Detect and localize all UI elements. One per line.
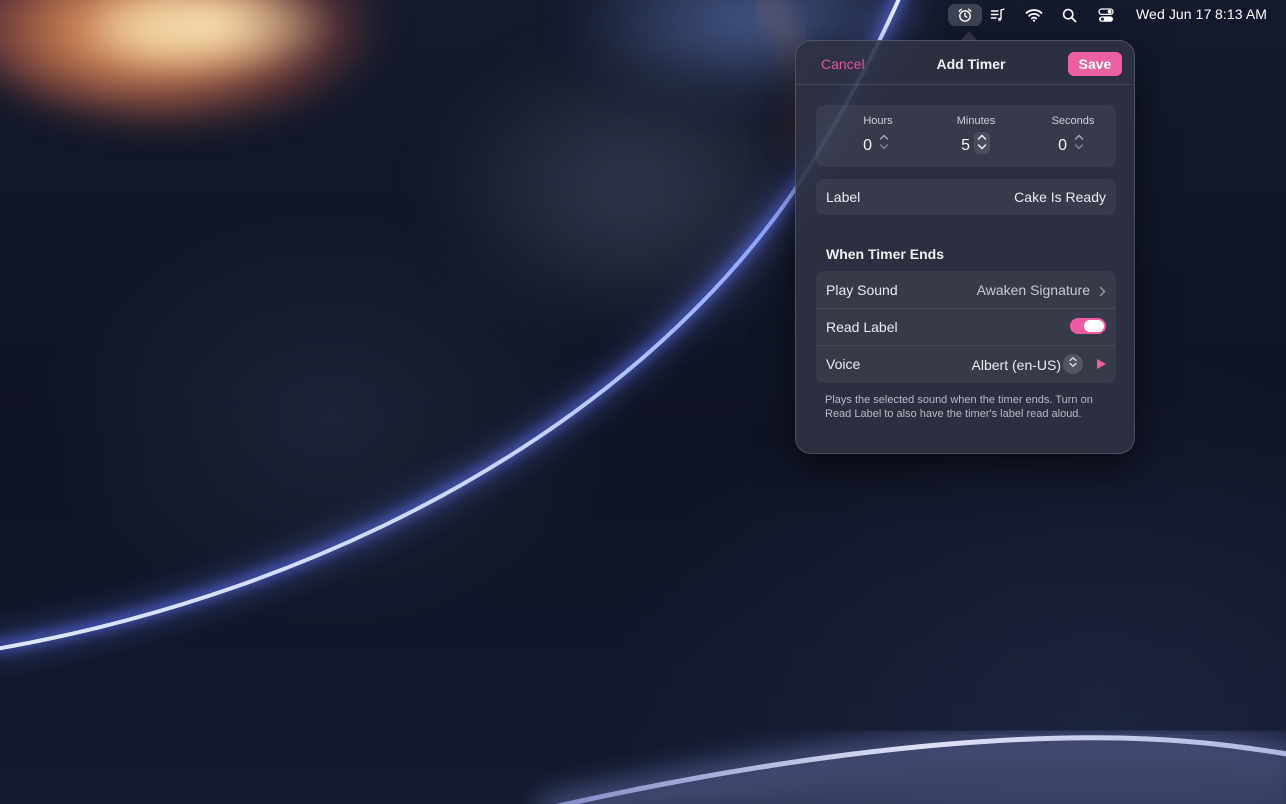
- hours-column: Hours 0: [838, 105, 918, 167]
- hours-label: Hours: [863, 115, 893, 127]
- minutes-value[interactable]: 5: [961, 137, 970, 155]
- read-label-toggle[interactable]: [1070, 318, 1106, 334]
- read-label-row: Read Label: [816, 308, 1116, 345]
- hours-stepper[interactable]: [876, 132, 892, 154]
- hours-value[interactable]: 0: [863, 137, 872, 155]
- chevron-right-icon[interactable]: [1099, 284, 1106, 302]
- toggle-knob: [1084, 320, 1104, 332]
- label-row[interactable]: Label Cake Is Ready: [816, 179, 1116, 215]
- music-icon[interactable]: [986, 4, 1010, 26]
- seconds-column: Seconds 0: [1033, 105, 1113, 167]
- menu-bar: Wed Jun 17 8:13 AM: [0, 0, 1286, 30]
- chevron-down-icon[interactable]: [977, 143, 987, 153]
- timer-end-options: Play Sound Awaken Signature Read Label V…: [816, 271, 1116, 383]
- chevron-up-icon[interactable]: [879, 133, 889, 143]
- chevron-up-icon[interactable]: [1074, 133, 1084, 143]
- chevron-up-icon[interactable]: [977, 133, 987, 143]
- voice-select-stepper[interactable]: [1063, 354, 1083, 374]
- label-title: Label: [826, 189, 861, 205]
- save-button[interactable]: Save: [1068, 52, 1122, 76]
- add-timer-popover: Cancel Add Timer Save Hours 0 Minutes 5 …: [795, 40, 1135, 454]
- chevron-down-icon[interactable]: [879, 143, 889, 153]
- play-sound-value[interactable]: Awaken Signature: [977, 282, 1090, 298]
- seconds-stepper[interactable]: [1071, 132, 1087, 154]
- up-down-chevron-icon: [1068, 355, 1078, 373]
- menubar-time[interactable]: 8:13 AM: [1215, 6, 1267, 22]
- minutes-label: Minutes: [956, 115, 996, 127]
- duration-picker: Hours 0 Minutes 5 Seconds 0: [816, 105, 1116, 167]
- play-sound-title: Play Sound: [826, 282, 898, 298]
- voice-title: Voice: [826, 356, 861, 372]
- minutes-column: Minutes 5: [936, 105, 1016, 167]
- menubar-date[interactable]: Wed Jun 17: [1136, 6, 1211, 22]
- play-sound-row[interactable]: Play Sound Awaken Signature: [816, 271, 1116, 308]
- chevron-down-icon[interactable]: [1074, 143, 1084, 153]
- read-label-title: Read Label: [826, 319, 898, 335]
- spotlight-search-icon[interactable]: [1057, 4, 1081, 26]
- voice-row: Voice Albert (en-US): [816, 345, 1116, 382]
- seconds-label: Seconds: [1051, 115, 1095, 127]
- minutes-stepper[interactable]: [974, 132, 990, 154]
- wifi-icon[interactable]: [1022, 4, 1046, 26]
- seconds-value[interactable]: 0: [1058, 137, 1067, 155]
- when-timer-ends-heading: When Timer Ends: [826, 246, 944, 262]
- header-divider: [796, 84, 1134, 85]
- help-text: Plays the selected sound when the timer …: [825, 394, 1093, 420]
- alarm-clock-icon[interactable]: [948, 4, 982, 26]
- play-icon[interactable]: [1094, 357, 1108, 371]
- label-value-field[interactable]: Cake Is Ready: [1014, 189, 1106, 205]
- voice-value[interactable]: Albert (en-US): [972, 357, 1061, 373]
- control-center-icon[interactable]: [1094, 4, 1118, 26]
